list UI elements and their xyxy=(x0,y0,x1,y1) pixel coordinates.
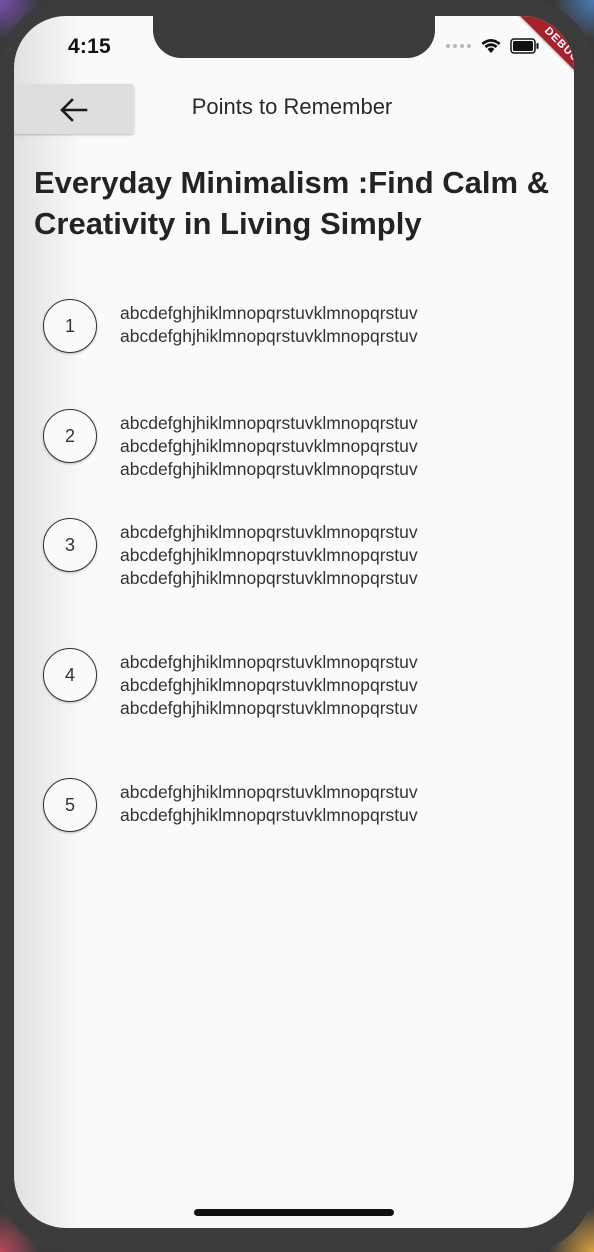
point-text-line: abcdefghjhiklmnopqrstuvklmnopqrstuv xyxy=(120,545,418,565)
cellular-signal-icon xyxy=(446,44,471,48)
point-text-line: abcdefghjhiklmnopqrstuvklmnopqrstuv xyxy=(120,698,418,718)
point-number-badge: 1 xyxy=(43,299,97,353)
back-button[interactable] xyxy=(14,84,134,134)
point-text-line: abcdefghjhiklmnopqrstuvklmnopqrstuv xyxy=(120,522,418,542)
point-text-line: abcdefghjhiklmnopqrstuvklmnopqrstuv xyxy=(120,413,418,433)
point-number-badge: 4 xyxy=(43,648,97,702)
point-text-line: abcdefghjhiklmnopqrstuvklmnopqrstuv xyxy=(120,652,418,672)
point-text-line: abcdefghjhiklmnopqrstuvklmnopqrstuv xyxy=(120,459,418,479)
point-text-line: abcdefghjhiklmnopqrstuvklmnopqrstuv xyxy=(120,782,418,802)
point-text-line: abcdefghjhiklmnopqrstuvklmnopqrstuv xyxy=(120,436,418,456)
point-number-badge: 2 xyxy=(43,409,97,463)
arrow-left-icon xyxy=(60,98,88,122)
point-text-line: abcdefghjhiklmnopqrstuvklmnopqrstuv xyxy=(120,568,418,588)
point-text: abcdefghjhiklmnopqrstuvklmnopqrstuv abcd… xyxy=(120,781,520,827)
home-indicator[interactable] xyxy=(194,1209,394,1216)
point-text: abcdefghjhiklmnopqrstuvklmnopqrstuv abcd… xyxy=(120,412,520,481)
point-text: abcdefghjhiklmnopqrstuvklmnopqrstuv abcd… xyxy=(120,521,520,590)
app-bar-title: Points to Remember xyxy=(191,94,393,119)
point-text-line: abcdefghjhiklmnopqrstuvklmnopqrstuv xyxy=(120,303,418,323)
point-text: abcdefghjhiklmnopqrstuvklmnopqrstuv abcd… xyxy=(120,651,520,720)
point-text: abcdefghjhiklmnopqrstuvklmnopqrstuv abcd… xyxy=(120,302,520,348)
point-text-line: abcdefghjhiklmnopqrstuvklmnopqrstuv xyxy=(120,326,418,346)
point-text-line: abcdefghjhiklmnopqrstuvklmnopqrstuv xyxy=(120,675,418,695)
page-title: Everyday Minimalism :Find Calm & Creativ… xyxy=(34,165,550,241)
status-time: 4:15 xyxy=(68,35,111,58)
point-number-badge: 3 xyxy=(43,518,97,572)
battery-icon xyxy=(510,38,540,59)
wifi-icon xyxy=(480,36,502,59)
point-number-badge: 5 xyxy=(43,778,97,832)
screen: 4:15 DEBUG Points to Remember Everyday M… xyxy=(14,16,574,1228)
point-text-line: abcdefghjhiklmnopqrstuvklmnopqrstuv xyxy=(120,805,418,825)
device-frame: 4:15 DEBUG Points to Remember Everyday M… xyxy=(0,0,594,1252)
app-bar: Points to Remember xyxy=(14,82,574,138)
device-notch xyxy=(153,16,435,58)
